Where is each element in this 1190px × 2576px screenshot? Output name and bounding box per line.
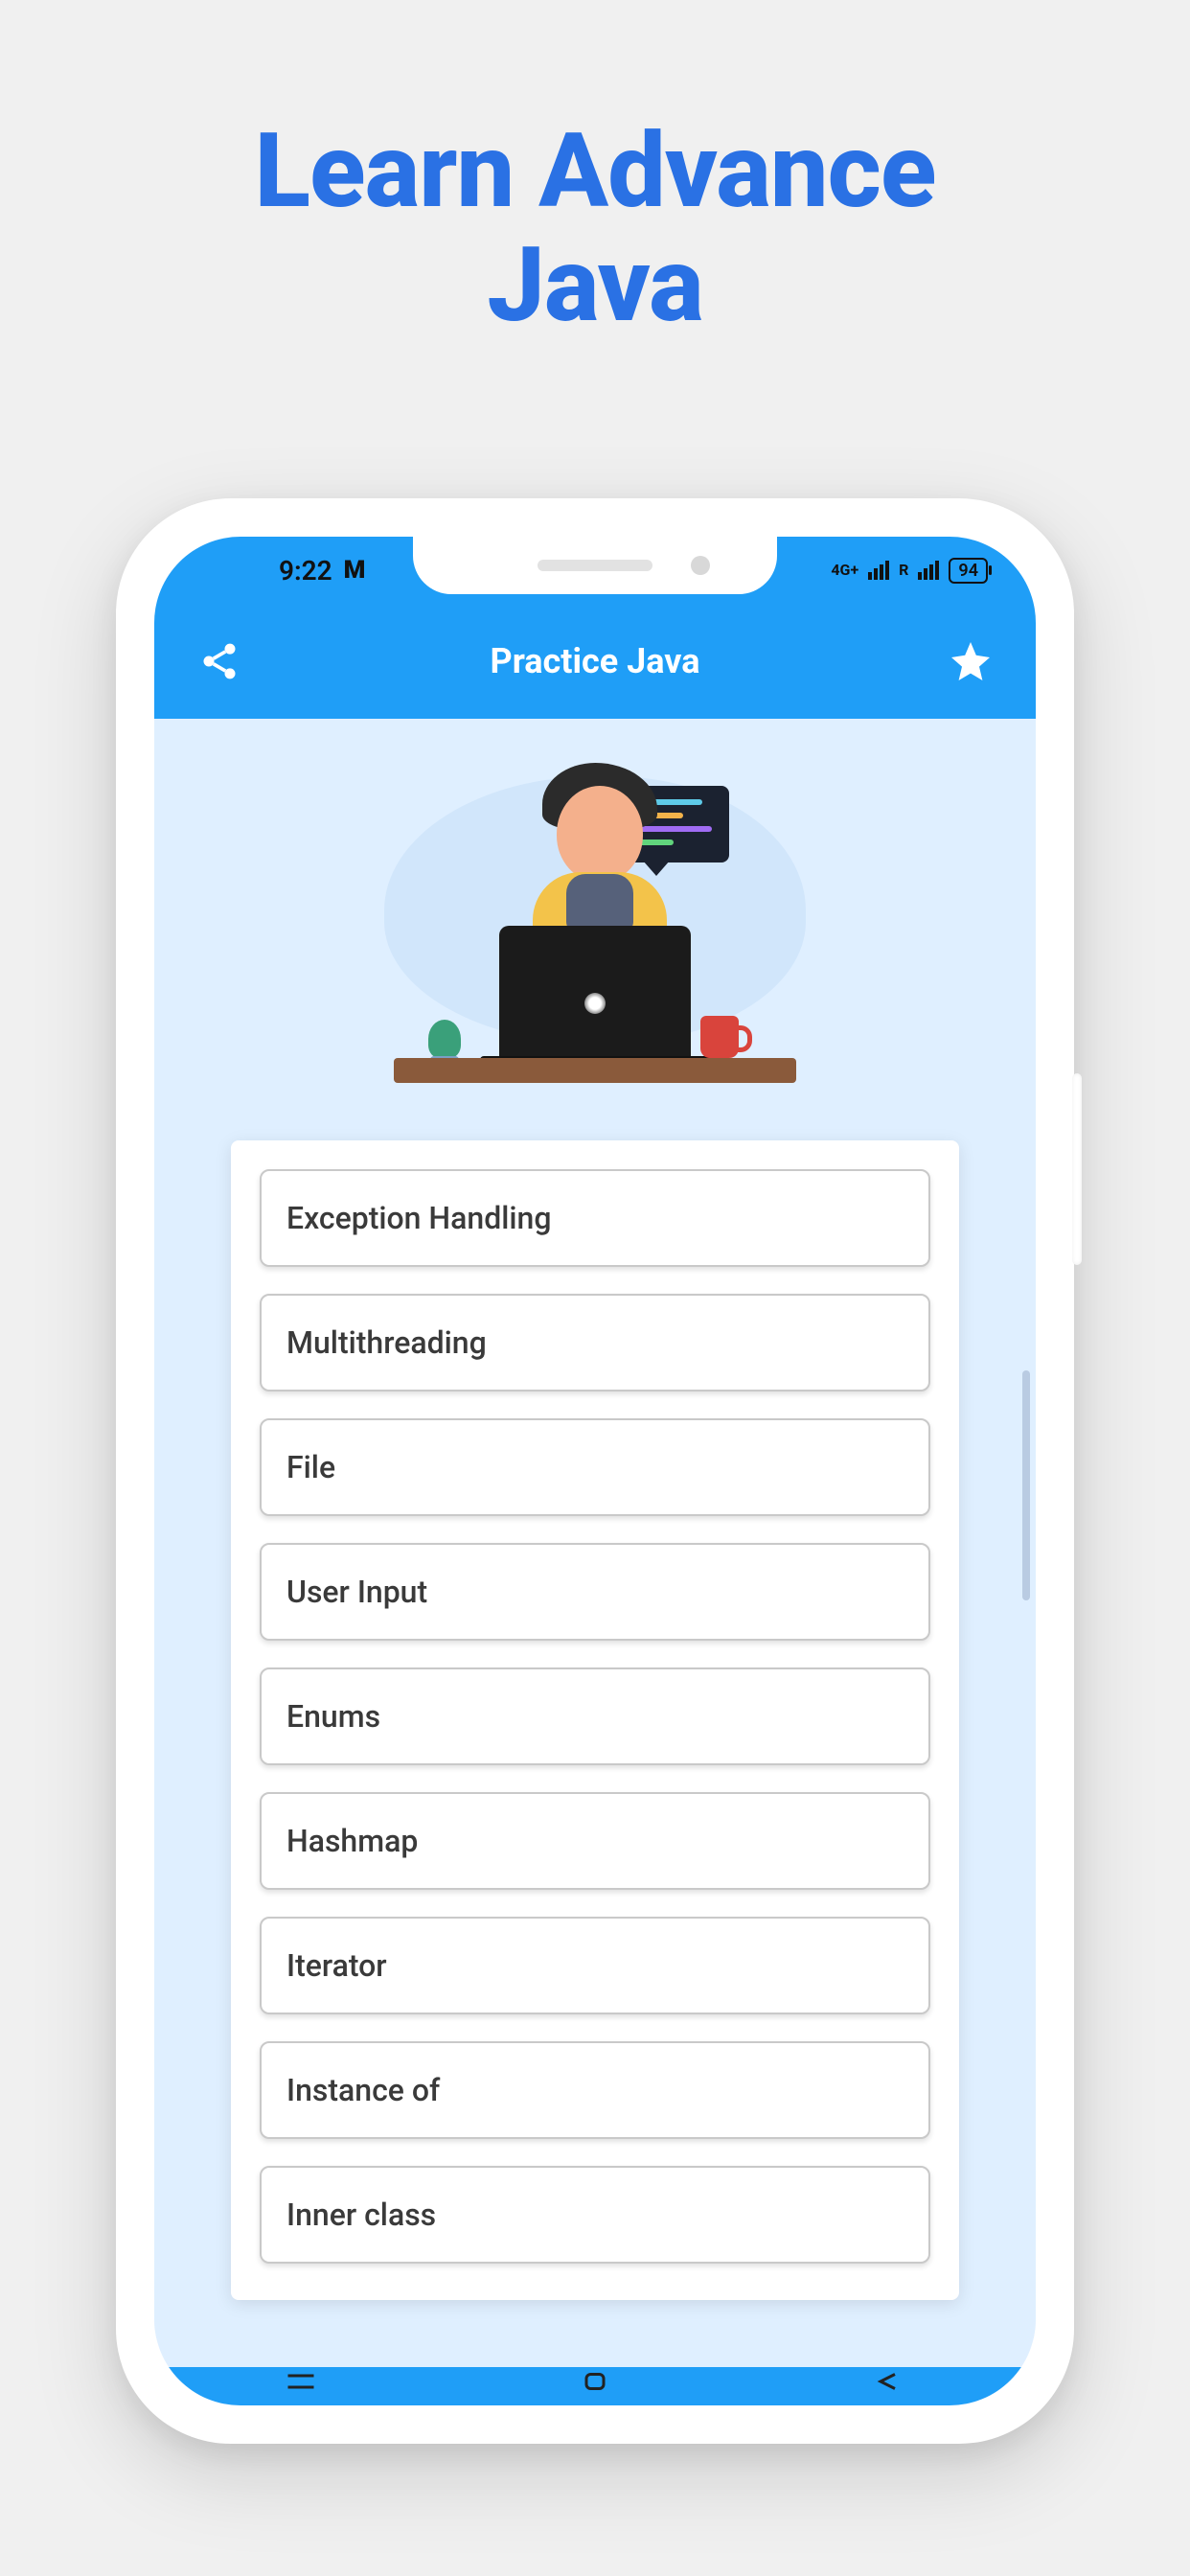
share-button[interactable]: [193, 634, 246, 688]
promo-title-line2: Java: [487, 225, 702, 346]
topic-label: Instance of: [286, 2072, 440, 2108]
topic-item[interactable]: Iterator: [260, 1917, 930, 2014]
favorite-button[interactable]: [944, 634, 997, 688]
topic-label: Exception Handling: [286, 1200, 551, 1236]
topic-label: Iterator: [286, 1947, 387, 1984]
status-app-icon: M: [344, 556, 366, 585]
network-label-2: R: [899, 563, 908, 578]
topic-item[interactable]: Multithreading: [260, 1294, 930, 1392]
battery-indicator: 94: [949, 558, 988, 584]
topics-list: Exception Handling Multithreading File U…: [231, 1140, 959, 2300]
hero-illustration: [154, 719, 1036, 1140]
star-icon: [948, 638, 994, 684]
phone-frame: 9:22 M 4G+ R 94 Practice Java: [116, 498, 1074, 2444]
app-bar: Practice Java: [154, 604, 1036, 719]
mug-icon: [700, 1016, 739, 1058]
plant-icon: [428, 1020, 461, 1058]
app-bar-title: Practice Java: [490, 641, 699, 681]
signal-icon: [868, 561, 889, 580]
topic-item[interactable]: Enums: [260, 1668, 930, 1765]
recents-icon[interactable]: [282, 2373, 320, 2390]
topic-item[interactable]: Exception Handling: [260, 1169, 930, 1267]
back-icon[interactable]: [870, 2373, 908, 2390]
topic-item[interactable]: File: [260, 1418, 930, 1516]
system-nav-bar: [154, 2367, 1036, 2405]
topic-label: User Input: [286, 1574, 427, 1610]
status-time: 9:22: [279, 555, 332, 586]
topic-item[interactable]: User Input: [260, 1543, 930, 1641]
topic-label: Inner class: [286, 2196, 436, 2233]
laptop-icon: [499, 926, 691, 1060]
phone-notch: [413, 537, 777, 594]
speaker-grill: [538, 560, 652, 571]
content-area: Exception Handling Multithreading File U…: [154, 719, 1036, 2338]
topic-label: Multithreading: [286, 1324, 487, 1361]
topic-label: Enums: [286, 1698, 380, 1735]
home-icon[interactable]: [576, 2373, 614, 2390]
scroll-indicator: [1022, 1370, 1030, 1600]
signal-icon-2: [918, 561, 939, 580]
phone-side-button: [1072, 1073, 1082, 1265]
topic-item[interactable]: Hashmap: [260, 1792, 930, 1890]
promo-title-line1: Learn Advance: [255, 111, 936, 232]
phone-screen: 9:22 M 4G+ R 94 Practice Java: [154, 537, 1036, 2405]
promo-heading: Learn Advance Java: [0, 0, 1190, 343]
topic-label: Hashmap: [286, 1823, 418, 1859]
topic-item[interactable]: Inner class: [260, 2166, 930, 2264]
front-camera: [691, 556, 710, 575]
topic-item[interactable]: Instance of: [260, 2041, 930, 2139]
share-icon: [198, 640, 240, 682]
topic-label: File: [286, 1449, 335, 1485]
network-label-1: 4G+: [831, 563, 858, 578]
